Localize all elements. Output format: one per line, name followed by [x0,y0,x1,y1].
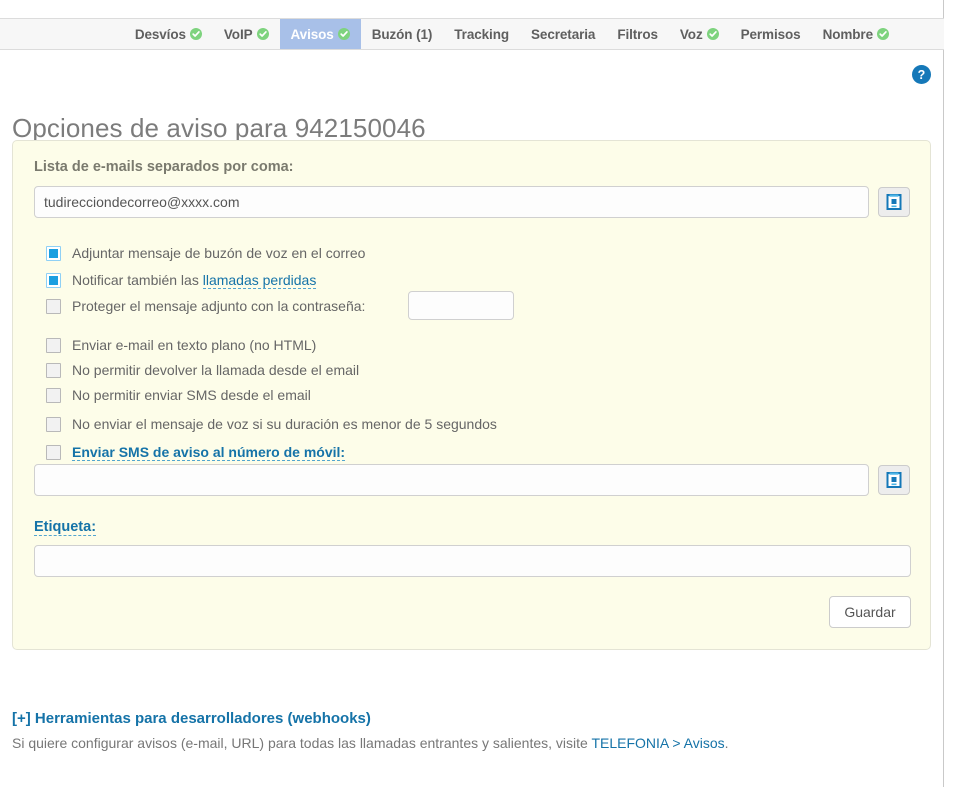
checkbox-row: No permitir enviar SMS desde el email [46,385,311,405]
checkbox-label: Proteger el mensaje adjunto con la contr… [72,298,365,314]
checkbox-4[interactable] [46,338,61,353]
nav-tab-tracking[interactable]: Tracking [443,19,520,49]
checkbox-row: Enviar SMS de aviso al número de móvil: [46,442,345,462]
checkbox-1[interactable] [46,246,61,261]
footer-note-text-before: Si quiere configurar avisos (e-mail, URL… [12,735,591,751]
email-address-book-button[interactable] [878,187,910,217]
sms-number-input[interactable] [34,464,869,496]
nav-tab-permisos[interactable]: Permisos [730,19,812,49]
checkbox-3[interactable] [46,299,61,314]
etiqueta-label[interactable]: Etiqueta: [34,519,96,536]
nav-tab-nombre[interactable]: Nombre [812,19,900,49]
checkbox-label: Notificar también las llamadas perdidas [72,272,316,288]
svg-text:?: ? [918,68,926,82]
save-button[interactable]: Guardar [829,596,911,628]
check-circle-icon [257,28,269,40]
nav-tab-label: Filtros [617,27,658,42]
checkbox-row: Proteger el mensaje adjunto con la contr… [46,296,365,316]
developer-webhooks-link[interactable]: [+] Herramientas para desarrolladores (w… [12,710,912,727]
nav-tab-label: Desvíos [135,27,186,42]
notification-options-card: Lista de e-mails separados por coma: Adj… [12,140,931,650]
check-circle-icon [877,28,889,40]
checkbox-row: Adjuntar mensaje de buzón de voz en el c… [46,243,365,263]
help-circle-icon[interactable]: ? [912,65,931,84]
nav-tab-secretaria[interactable]: Secretaria [520,19,606,49]
sms-address-book-button[interactable] [878,465,910,495]
nav-tab-filtros[interactable]: Filtros [606,19,669,49]
attachment-password-input[interactable] [408,291,514,320]
footer-note-text-after: . [725,735,729,751]
checkbox-label: No enviar el mensaje de voz si su duraci… [72,416,497,432]
telefonia-avisos-link[interactable]: TELEFONIA > Avisos [591,735,724,751]
nav-tab-label: Secretaria [531,27,595,42]
nav-tab-avisos[interactable]: Avisos [280,19,361,49]
checkbox-label-text: Adjuntar mensaje de buzón de voz en el c… [72,245,365,261]
address-book-icon [886,194,902,210]
nav-tab-voip[interactable]: VoIP [213,19,280,49]
checkbox-row: No enviar el mensaje de voz si su duraci… [46,414,497,434]
nav-tab-label: VoIP [224,27,253,42]
main-navigation: Desvíos VoIP Avisos Buzón (1) Tracking Secret… [0,18,944,50]
checkbox-label-text: No permitir devolver la llamada desde el… [72,362,359,378]
checkbox-label-text: Proteger el mensaje adjunto con la contr… [72,298,365,314]
footer-note: Si quiere configurar avisos (e-mail, URL… [12,735,912,751]
email-list-input[interactable] [34,186,869,218]
nav-tab-buz-n-1[interactable]: Buzón (1) [361,19,444,49]
email-list-label: Lista de e-mails separados por coma: [34,159,293,175]
checkbox-label-text: No permitir enviar SMS desde el email [72,387,311,403]
nav-tab-desv-os[interactable]: Desvíos [124,19,213,49]
nav-tab-voz[interactable]: Voz [669,19,730,49]
footer-section: [+] Herramientas para desarrolladores (w… [12,710,912,751]
nav-tab-label: Voz [680,27,703,42]
checkbox-label: Enviar e-mail en texto plano (no HTML) [72,337,316,353]
checkbox-row: Enviar e-mail en texto plano (no HTML) [46,335,316,355]
nav-tab-label: Tracking [454,27,509,42]
address-book-icon [886,472,902,488]
checkbox-8[interactable] [46,445,61,460]
checkbox-row: Notificar también las llamadas perdidas [46,270,316,290]
checkbox-label-link[interactable]: llamadas perdidas [203,272,317,289]
checkbox-label[interactable]: Enviar SMS de aviso al número de móvil: [72,444,345,460]
check-circle-icon [707,28,719,40]
checkbox-label-text: Notificar también las [72,272,203,288]
checkbox-5[interactable] [46,363,61,378]
checkbox-2[interactable] [46,273,61,288]
checkbox-label: No permitir devolver la llamada desde el… [72,362,359,378]
check-circle-icon [190,28,202,40]
check-circle-icon [338,28,350,40]
etiqueta-input[interactable] [34,545,911,577]
checkbox-label-text: Enviar e-mail en texto plano (no HTML) [72,337,316,353]
checkbox-label: Adjuntar mensaje de buzón de voz en el c… [72,245,365,261]
nav-tab-label: Permisos [741,27,801,42]
checkbox-label-text: No enviar el mensaje de voz si su duraci… [72,416,497,432]
checkbox-label: No permitir enviar SMS desde el email [72,387,311,403]
checkbox-7[interactable] [46,417,61,432]
checkbox-label-link[interactable]: Enviar SMS de aviso al número de móvil: [72,444,345,461]
nav-tab-label: Avisos [291,27,334,42]
nav-tab-label: Nombre [823,27,873,42]
nav-tab-label: Buzón (1) [372,27,433,42]
checkbox-row: No permitir devolver la llamada desde el… [46,360,359,380]
checkbox-6[interactable] [46,388,61,403]
